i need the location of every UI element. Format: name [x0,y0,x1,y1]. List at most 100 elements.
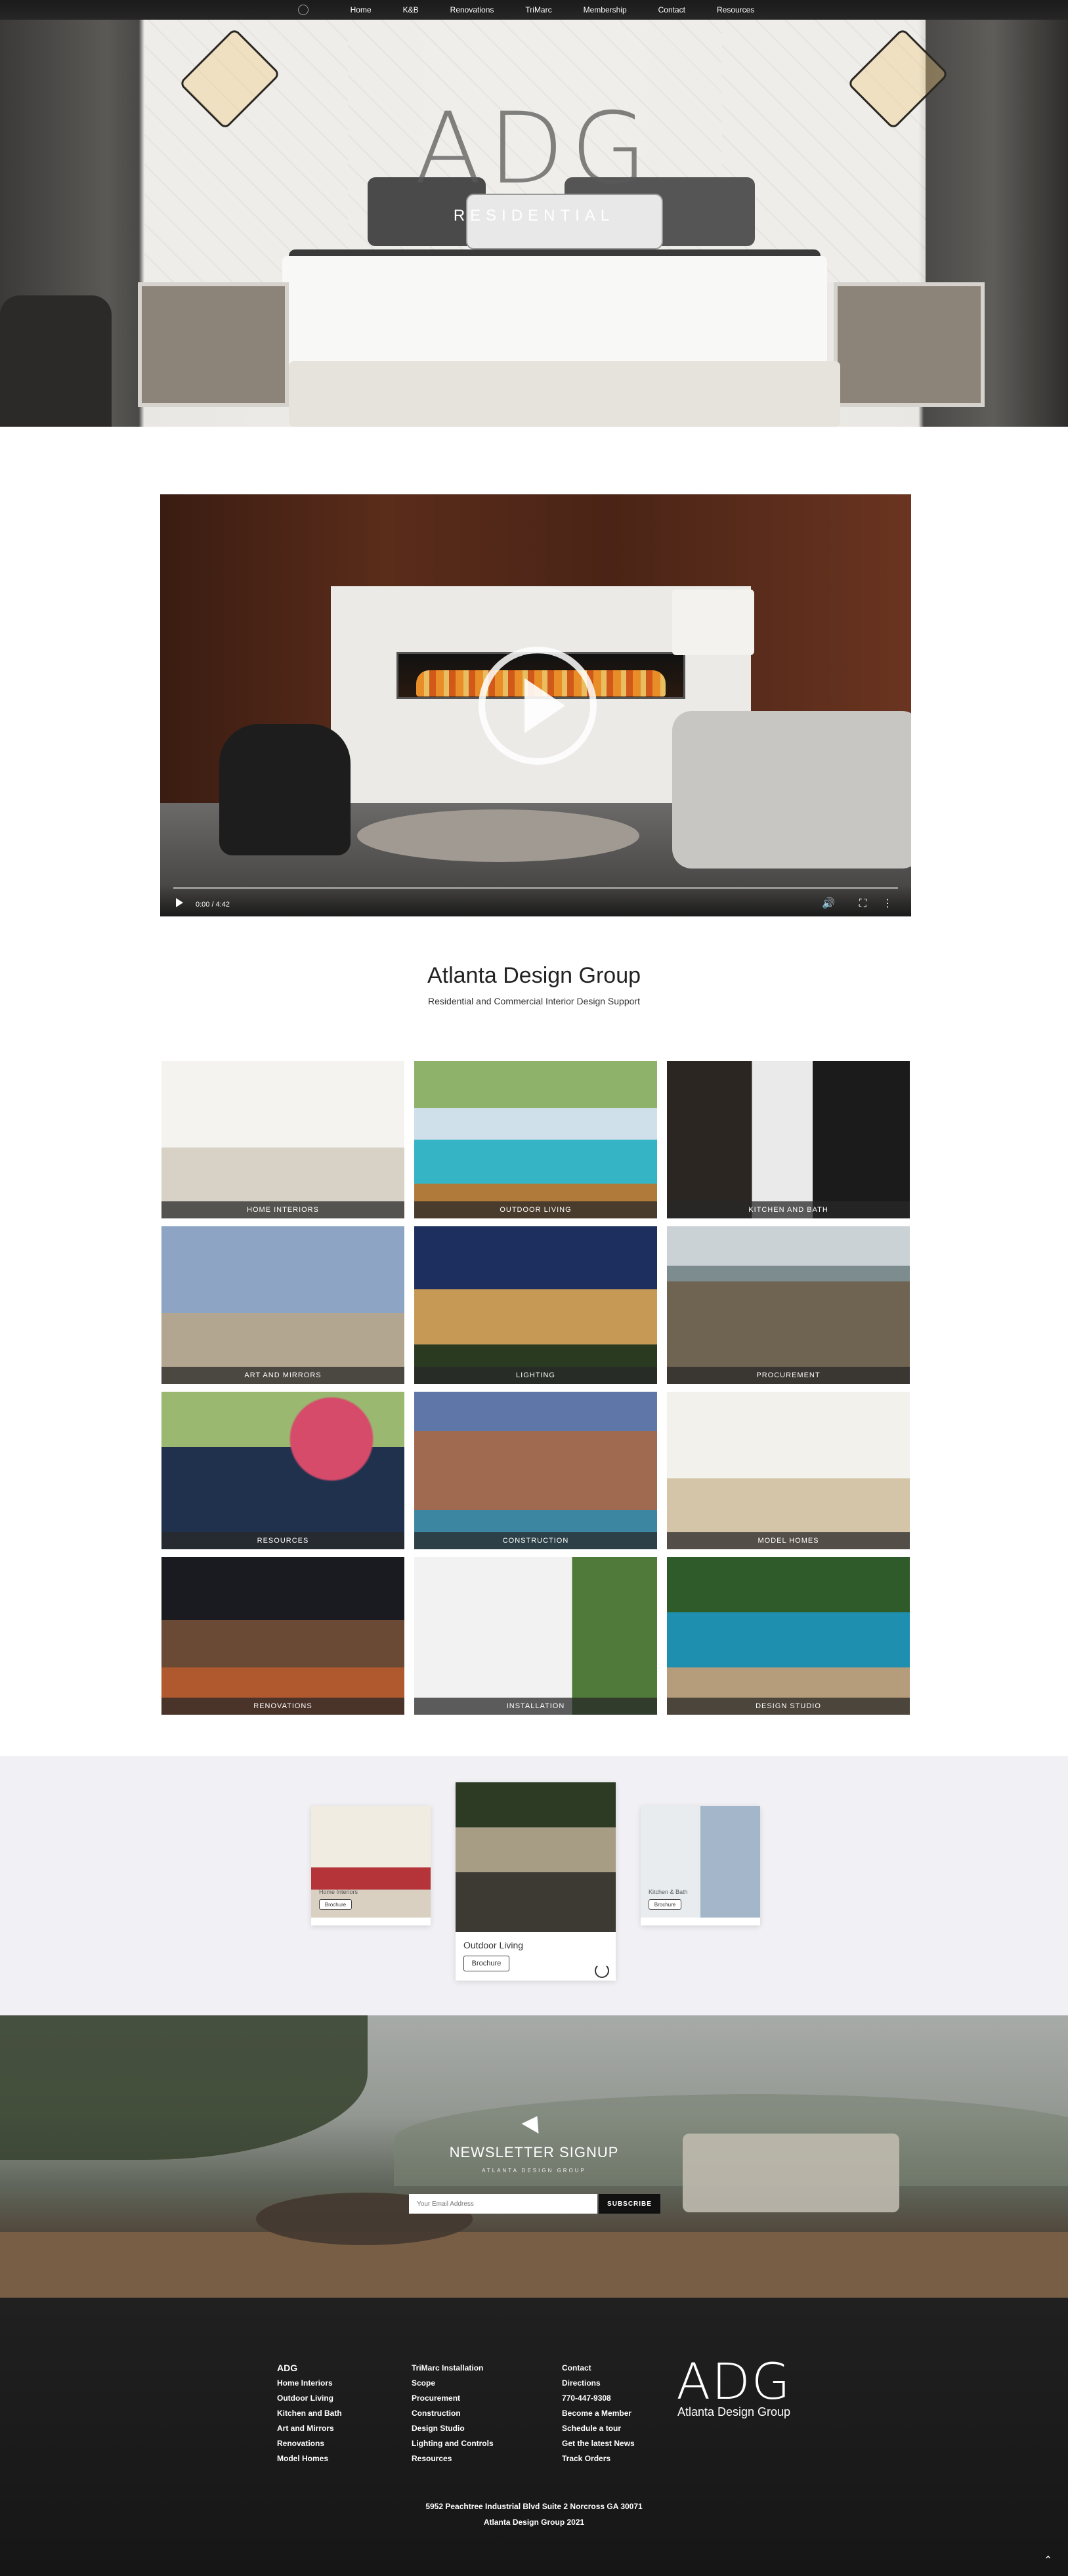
sofa [672,711,911,869]
tile-procurement[interactable]: PROCUREMENT [667,1226,910,1384]
section-title: Atlanta Design Group [427,963,641,988]
hero-subtitle: RESIDENTIAL [453,207,615,225]
more-vertical-icon[interactable]: ⋮ [882,897,893,910]
footer-link[interactable]: Renovations [277,2436,342,2451]
newsletter-section: NEWSLETTER SIGNUP ATLANTA DESIGN GROUP S… [0,2015,1068,2298]
nightstand [138,282,289,407]
subscribe-button[interactable]: SUBSCRIBE [599,2194,660,2214]
brochure-name: Outdoor Living [463,1940,524,1950]
tile-image [414,1392,657,1549]
footer-logo-text: Atlanta Design Group [677,2405,791,2418]
footer-link[interactable]: Model Homes [277,2451,342,2466]
hero-banner: ADG RESIDENTIAL [0,0,1068,427]
volume-icon[interactable]: 🔊 [822,897,835,910]
tile-resources[interactable]: RESOURCES [161,1392,404,1549]
nav-home[interactable]: Home [351,5,372,14]
footer-link[interactable]: Construction [412,2406,494,2421]
footer-link[interactable]: Lighting and Controls [412,2436,494,2451]
table-lamp [672,590,754,655]
loading-spinner-icon [595,1964,609,1978]
footer-link[interactable]: Become a Member [562,2406,635,2421]
chair [0,295,112,427]
newsletter-title: NEWSLETTER SIGNUP [449,2144,619,2160]
footer-copyright: Atlanta Design Group 2021 [483,2518,585,2527]
tile-caption: ART AND MIRRORS [161,1367,404,1384]
tile-renovations[interactable]: RENOVATIONS [161,1557,404,1715]
footer-column-contact: Contact Directions 770-447-9308 Become a… [562,2361,635,2466]
footer-link[interactable]: Schedule a tour [562,2421,635,2436]
video-play-icon[interactable] [176,898,183,907]
armchair [219,724,351,855]
footer-logo-mark: ADG [676,2352,792,2411]
tile-image [161,1557,404,1715]
site-logo-icon[interactable] [297,5,309,15]
footer-column-adg: ADG Home Interiors Outdoor Living Kitche… [277,2361,342,2466]
bench [289,361,840,427]
section-subtitle: Residential and Commercial Interior Desi… [428,996,640,1006]
brochure-button[interactable]: Brochure [463,1956,509,1971]
tile-installation[interactable]: INSTALLATION [414,1557,657,1715]
play-icon[interactable] [524,678,565,733]
footer-link[interactable]: Kitchen and Bath [277,2406,342,2421]
footer-column-trimarc: TriMarc Installation Scope Procurement C… [412,2361,494,2466]
nav-kb[interactable]: K&B [403,5,419,14]
footer-link[interactable]: Design Studio [412,2421,494,2436]
tile-caption: DESIGN STUDIO [667,1698,910,1715]
tile-kitchen-and-bath[interactable]: KITCHEN AND BATH [667,1061,910,1218]
brochure-name: Home Interiors [319,1889,358,1895]
hero-title: ADG [414,92,654,206]
nav-membership[interactable]: Membership [584,5,627,14]
email-input[interactable] [409,2194,597,2214]
tile-design-studio[interactable]: DESIGN STUDIO [667,1557,910,1715]
brochure-button[interactable]: Brochure [319,1899,352,1910]
fullscreen-icon[interactable]: ⛶ [859,898,866,910]
nav-renovations[interactable]: Renovations [450,5,494,14]
tile-lighting[interactable]: LIGHTING [414,1226,657,1384]
footer-link[interactable]: Home Interiors [277,2376,342,2391]
tile-caption: RESOURCES [161,1532,404,1549]
services-grid: HOME INTERIORS OUTDOOR LIVING KITCHEN AN… [161,1061,910,1715]
footer-link[interactable]: Get the latest News [562,2436,635,2451]
footer-link[interactable]: Art and Mirrors [277,2421,342,2436]
chevron-up-icon[interactable]: ⌃ [1044,2554,1052,2567]
tile-art-and-mirrors[interactable]: ART AND MIRRORS [161,1226,404,1384]
tile-model-homes[interactable]: MODEL HOMES [667,1392,910,1549]
tile-image [667,1226,910,1384]
tile-home-interiors[interactable]: HOME INTERIORS [161,1061,404,1218]
video-progress-bar[interactable] [173,887,898,889]
footer-logo[interactable]: ADG Atlanta Design Group [668,2355,800,2419]
brochure-card-outdoor-living[interactable]: Outdoor Living Brochure [456,1782,616,1981]
footer-link[interactable]: Procurement [412,2391,494,2406]
tile-image [667,1392,910,1549]
tile-image [161,1392,404,1549]
brochure-section: Home Interiors Brochure Outdoor Living B… [0,1756,1068,2015]
coffee-table [357,809,639,862]
footer-link[interactable]: Contact [562,2361,635,2376]
footer-heading: ADG [277,2363,298,2373]
footer-phone[interactable]: 770-447-9308 [562,2391,635,2406]
footer-link[interactable]: Scope [412,2376,494,2391]
tile-image [414,1557,657,1715]
video-controls [160,885,911,916]
page: { "nav": { "items": ["Home", "K&B", "Ren… [0,0,1068,2576]
newsletter-subtitle: ATLANTA DESIGN GROUP [482,2168,586,2174]
footer-link[interactable]: Directions [562,2376,635,2391]
tile-caption: HOME INTERIORS [161,1201,404,1218]
tile-outdoor-living[interactable]: OUTDOOR LIVING [414,1061,657,1218]
footer-link[interactable]: Resources [412,2451,494,2466]
nav-resources[interactable]: Resources [717,5,754,14]
brochure-card-kitchen-bath[interactable]: Kitchen & Bath Brochure [641,1806,760,1925]
brochure-button[interactable]: Brochure [649,1899,681,1910]
tile-caption: RENOVATIONS [161,1698,404,1715]
nav-trimarc[interactable]: TriMarc [525,5,551,14]
video-player[interactable]: 0:00 / 4:42 🔊 ⛶ ⋮ [160,494,911,916]
footer-link[interactable]: TriMarc Installation [412,2361,494,2376]
tile-construction[interactable]: CONSTRUCTION [414,1392,657,1549]
nav-contact[interactable]: Contact [658,5,685,14]
footer-link[interactable]: Outdoor Living [277,2391,342,2406]
footer-link[interactable]: Track Orders [562,2451,635,2466]
brochure-card-home-interiors[interactable]: Home Interiors Brochure [311,1806,431,1925]
brochure-name: Kitchen & Bath [649,1889,688,1895]
tile-caption: CONSTRUCTION [414,1532,657,1549]
video-time: 0:00 / 4:42 [196,901,230,909]
